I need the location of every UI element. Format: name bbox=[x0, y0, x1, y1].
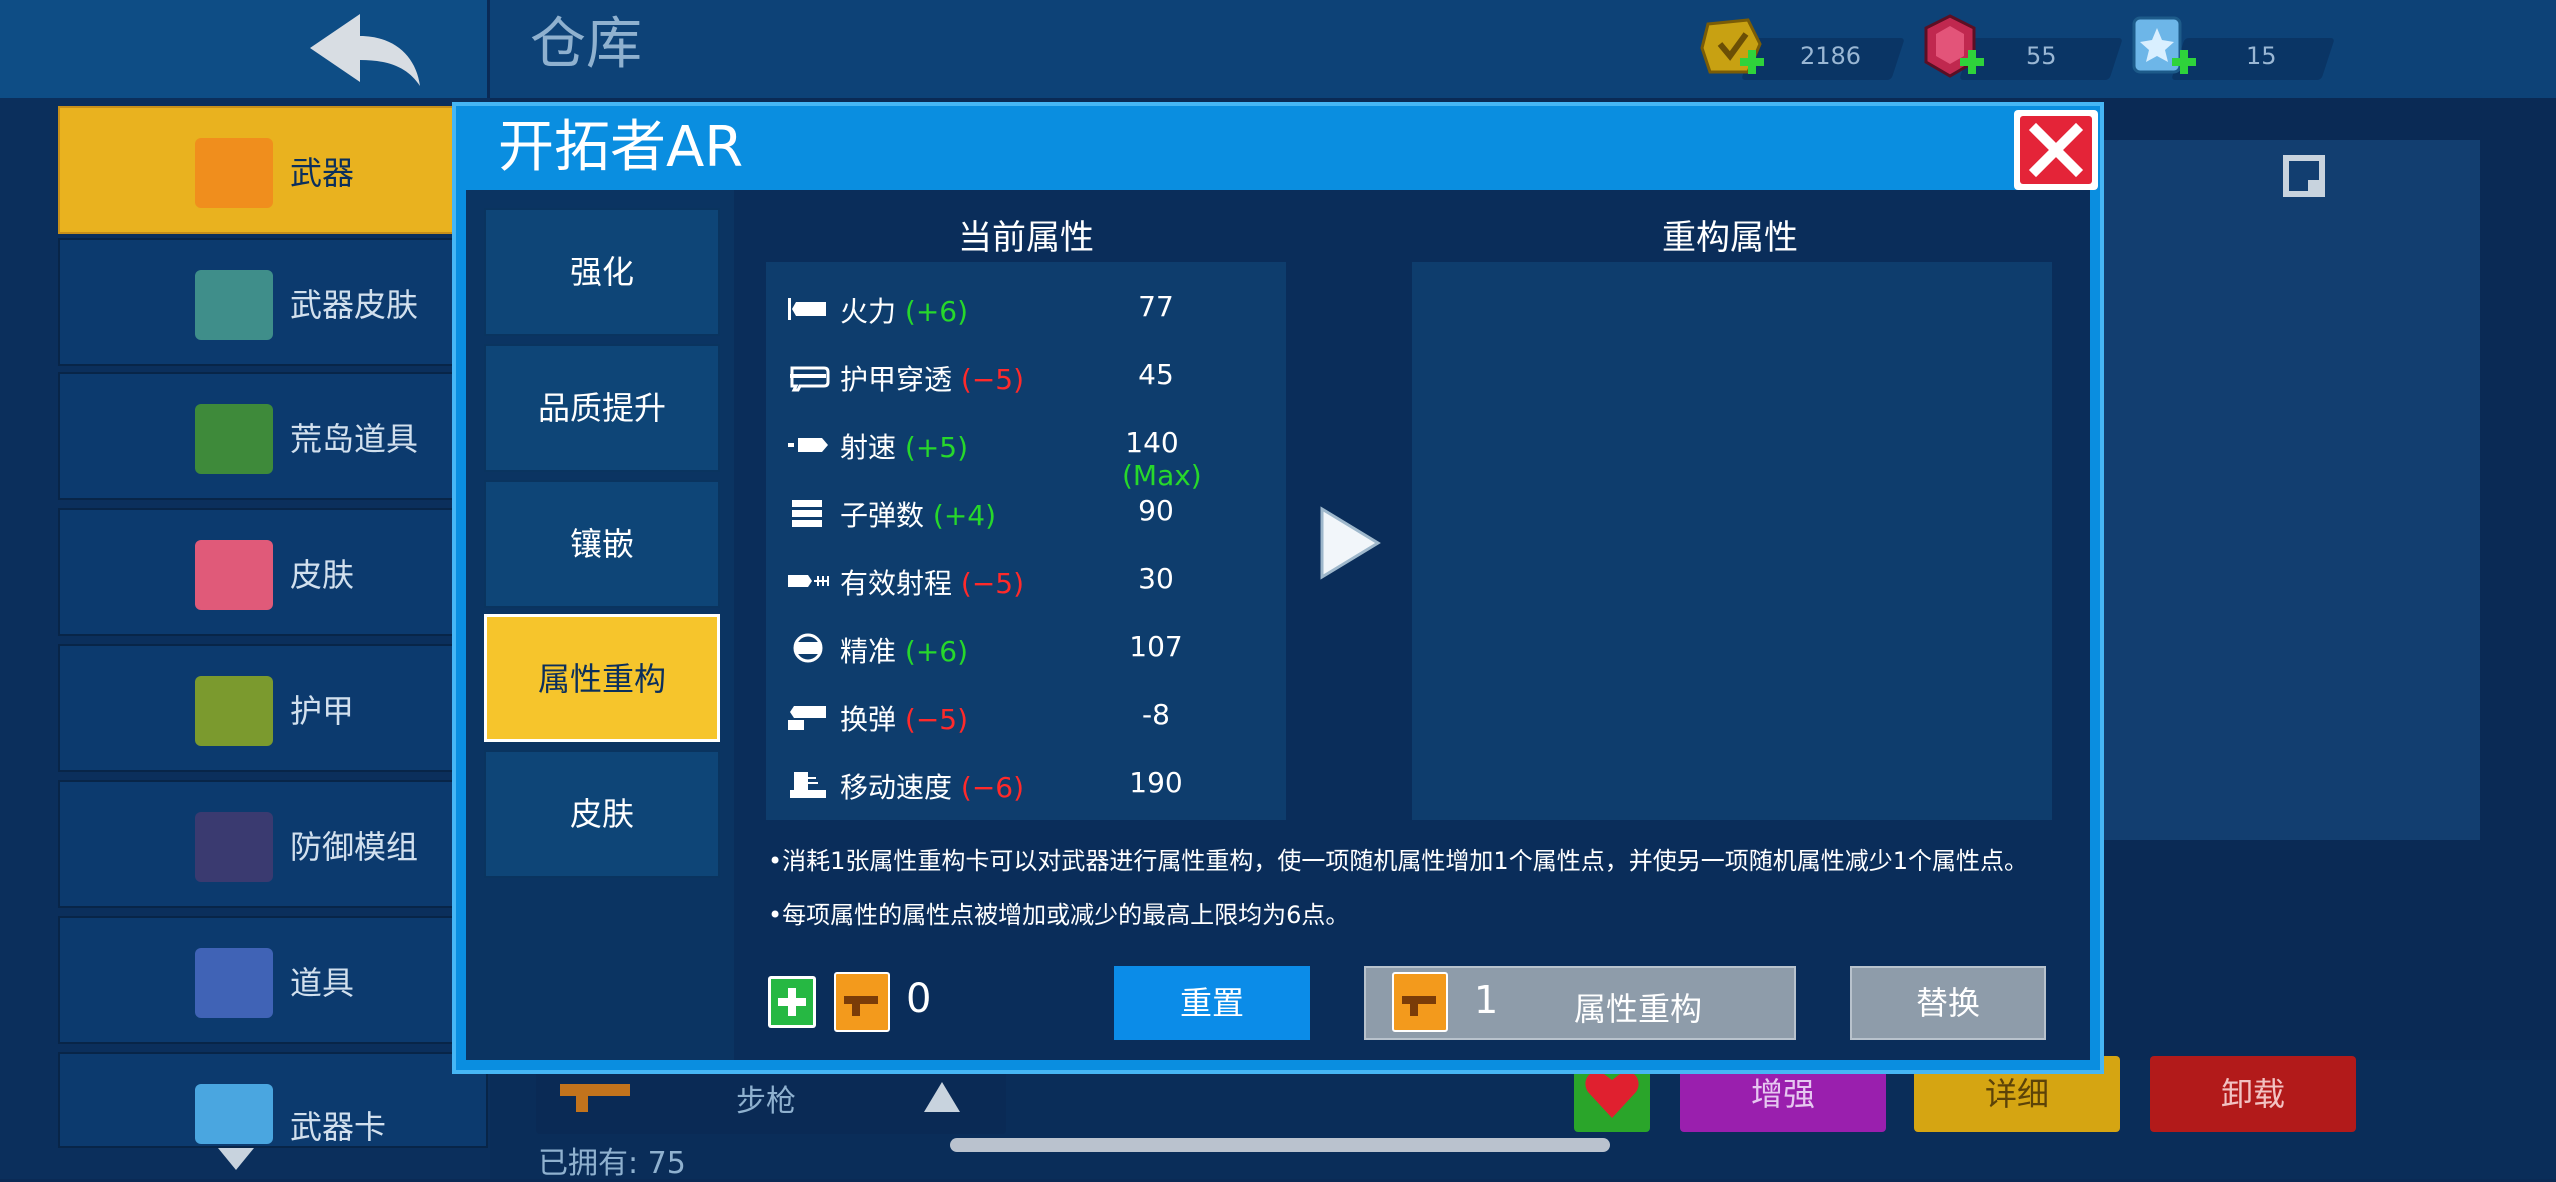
tab-enhance[interactable]: 强化 bbox=[484, 208, 720, 336]
stat-row-reload: 换弹 (−5) -8 bbox=[786, 692, 1276, 742]
sidebar-item-weapon-cards[interactable]: 武器卡 bbox=[58, 1052, 488, 1148]
gold-value: 2186 bbox=[1800, 42, 1862, 70]
reforge-button-label: 属性重构 bbox=[1574, 990, 1703, 1028]
tab-attribute-reforge[interactable]: 属性重构 bbox=[484, 614, 720, 742]
arrow-right-icon bbox=[1320, 506, 1381, 580]
reforge-note-2: •每项属性的属性点被增加或减少的最高上限均为6点。 bbox=[768, 901, 1350, 929]
fire-rate-icon bbox=[788, 438, 828, 452]
zoom-icon[interactable] bbox=[2282, 154, 2326, 200]
stat-row-accuracy: 精准 (+6) 107 bbox=[786, 624, 1276, 674]
replace-button[interactable]: 替换 bbox=[1850, 966, 2046, 1040]
modal-title: 开拓者AR bbox=[498, 115, 744, 180]
reset-button[interactable]: 重置 bbox=[1114, 966, 1310, 1040]
stat-row-move-speed: 移动速度 (−6) 190 bbox=[786, 760, 1276, 810]
sidebar-item-weapons[interactable]: 武器 bbox=[58, 106, 488, 234]
close-button[interactable] bbox=[2014, 110, 2098, 190]
stat-delta: (+4) bbox=[932, 499, 997, 532]
current-attributes-header: 当前属性 bbox=[958, 218, 1094, 258]
gun-icon bbox=[195, 138, 273, 208]
sidebar-item-armor[interactable]: 护甲 bbox=[58, 644, 488, 772]
tab-quality-upgrade[interactable]: 品质提升 bbox=[484, 344, 720, 472]
stat-value: -8 bbox=[1142, 698, 1170, 731]
sidebar-item-skins[interactable]: 皮肤 bbox=[58, 508, 488, 636]
sidebar-item-weapon-skins[interactable]: 武器皮肤 bbox=[58, 238, 488, 366]
triangle-up-icon bbox=[924, 1082, 960, 1112]
upgrade-card-icon bbox=[195, 1084, 273, 1144]
stat-row-range: 有效射程 (−5) 30 bbox=[786, 556, 1276, 606]
stat-delta: (+5) bbox=[904, 431, 969, 464]
page-title: 仓库 bbox=[530, 12, 642, 77]
stat-value: 45 bbox=[1138, 358, 1174, 391]
reforged-attributes-header: 重构属性 bbox=[1662, 218, 1798, 258]
sidebar-item-items[interactable]: 道具 bbox=[58, 916, 488, 1044]
shield-module-icon bbox=[195, 812, 273, 882]
currency-ticket[interactable]: 15 bbox=[2128, 16, 2338, 80]
move-speed-icon bbox=[790, 772, 826, 798]
gem-value: 55 bbox=[2026, 42, 2057, 70]
heart-icon bbox=[1585, 1071, 1639, 1118]
scroll-down-icon[interactable] bbox=[214, 1144, 258, 1174]
face-icon bbox=[195, 540, 273, 610]
tab-skin[interactable]: 皮肤 bbox=[484, 750, 720, 878]
ammo-icon bbox=[792, 500, 822, 527]
stat-value: 140 (Max) bbox=[1122, 426, 1202, 492]
reforge-cost: 1 bbox=[1474, 978, 1499, 1022]
add-card-button[interactable] bbox=[768, 976, 816, 1028]
stat-row-firepower: 火力 (+6) 77 bbox=[786, 284, 1276, 334]
armor-pierce-icon bbox=[790, 366, 830, 392]
gem-icon bbox=[1924, 14, 1984, 78]
back-arrow-icon[interactable] bbox=[290, 8, 430, 92]
stat-row-fire-rate: 射速 (+5) 140 (Max) bbox=[786, 420, 1276, 492]
stat-value: 107 bbox=[1129, 630, 1183, 663]
stat-delta: (−5) bbox=[960, 363, 1025, 396]
armor-vest-icon bbox=[195, 676, 273, 746]
range-icon bbox=[788, 575, 829, 587]
firepower-icon bbox=[788, 298, 826, 320]
card-count: 0 bbox=[906, 976, 932, 1022]
stat-value: 90 bbox=[1138, 494, 1174, 527]
unequip-button[interactable]: 卸载 bbox=[2150, 1056, 2356, 1132]
stat-delta: (+6) bbox=[904, 635, 969, 668]
tab-inlay[interactable]: 镶嵌 bbox=[484, 480, 720, 608]
stat-delta: (−5) bbox=[960, 567, 1025, 600]
accuracy-icon bbox=[793, 633, 823, 663]
stat-value: 190 bbox=[1129, 766, 1183, 799]
weapon-preview-area bbox=[2080, 140, 2480, 840]
stat-row-armor-pierce: 护甲穿透 (−5) 45 bbox=[786, 352, 1276, 402]
reforge-note-1: •消耗1张属性重构卡可以对武器进行属性重构，使一项随机属性增加1个属性点，并使另… bbox=[768, 847, 2028, 875]
category-label: 步枪 bbox=[736, 1084, 796, 1119]
home-indicator[interactable] bbox=[950, 1138, 1610, 1152]
backpack-icon bbox=[195, 404, 273, 474]
reload-icon bbox=[788, 706, 826, 730]
reforge-card-icon bbox=[1392, 972, 1448, 1032]
ticket-value: 15 bbox=[2246, 42, 2277, 70]
sidebar-item-island-items[interactable]: 荒岛道具 bbox=[58, 372, 488, 500]
stat-row-ammo: 子弹数 (+4) 90 bbox=[786, 488, 1276, 538]
reforge-card-icon bbox=[834, 972, 890, 1032]
plus-icon bbox=[778, 988, 806, 1016]
stat-value: 30 bbox=[1138, 562, 1174, 595]
ticket-icon bbox=[2132, 16, 2196, 74]
currency-gold[interactable]: 2186 bbox=[1698, 18, 1908, 80]
close-icon bbox=[2028, 122, 2084, 178]
stat-value: 77 bbox=[1138, 290, 1174, 323]
chest-icon bbox=[195, 948, 273, 1018]
stat-delta: (−6) bbox=[960, 771, 1025, 804]
reforged-attributes-panel bbox=[1412, 262, 2052, 820]
stat-delta: (−5) bbox=[904, 703, 969, 736]
gold-coin-icon bbox=[1700, 18, 1764, 74]
gun-skin-icon bbox=[195, 270, 273, 340]
currency-gem[interactable]: 55 bbox=[1916, 14, 2126, 80]
owned-count: 已拥有: 75 bbox=[538, 1146, 686, 1181]
stat-delta: (+6) bbox=[904, 295, 969, 328]
sidebar-item-defense-modules[interactable]: 防御模组 bbox=[58, 780, 488, 908]
rifle-icon bbox=[560, 1084, 630, 1112]
